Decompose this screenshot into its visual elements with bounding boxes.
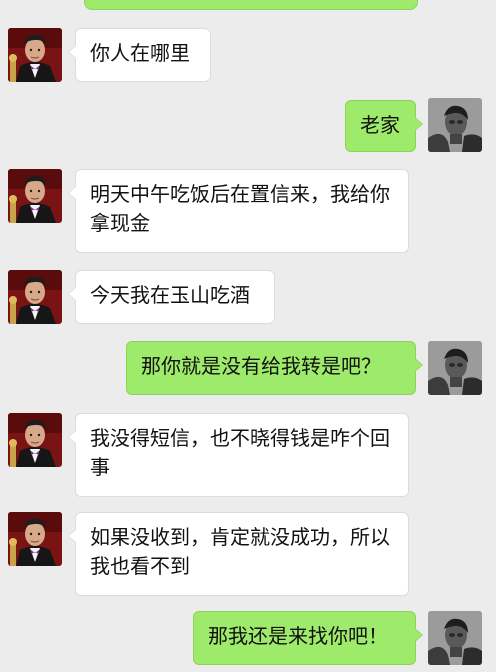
man-in-suit-avatar-icon[interactable] [8,512,62,566]
man-in-suit-avatar-icon[interactable] [8,413,62,467]
sent-message-bubble[interactable]: 老家 [345,100,423,152]
grayscale-portrait-avatar-icon[interactable] [428,98,482,152]
grayscale-portrait-avatar-icon[interactable] [428,611,482,665]
man-in-suit-avatar-icon[interactable] [8,28,62,82]
received-message-bubble[interactable]: 你人在哪里 [68,28,211,82]
received-message-bubble[interactable]: 我没得短信，也不晓得钱是咋个回事 [68,413,409,497]
man-in-suit-avatar-icon[interactable] [8,169,62,223]
received-message-bubble[interactable]: 今天我在玉山吃酒 [68,270,275,324]
received-message-bubble[interactable]: 明天中午吃饭后在置信来，我给你拿现金 [68,169,409,253]
sent-message-bubble[interactable]: 那我还是来找你吧！ [193,611,423,665]
received-message-bubble[interactable]: 如果没收到，肯定就没成功，所以我也看不到 [68,512,409,596]
grayscale-portrait-avatar-icon[interactable] [428,341,482,395]
previous-message-bubble-partial [84,0,418,10]
man-in-suit-avatar-icon[interactable] [8,270,62,324]
sent-message-bubble[interactable]: 那你就是没有给我转是吧？ [126,341,423,395]
